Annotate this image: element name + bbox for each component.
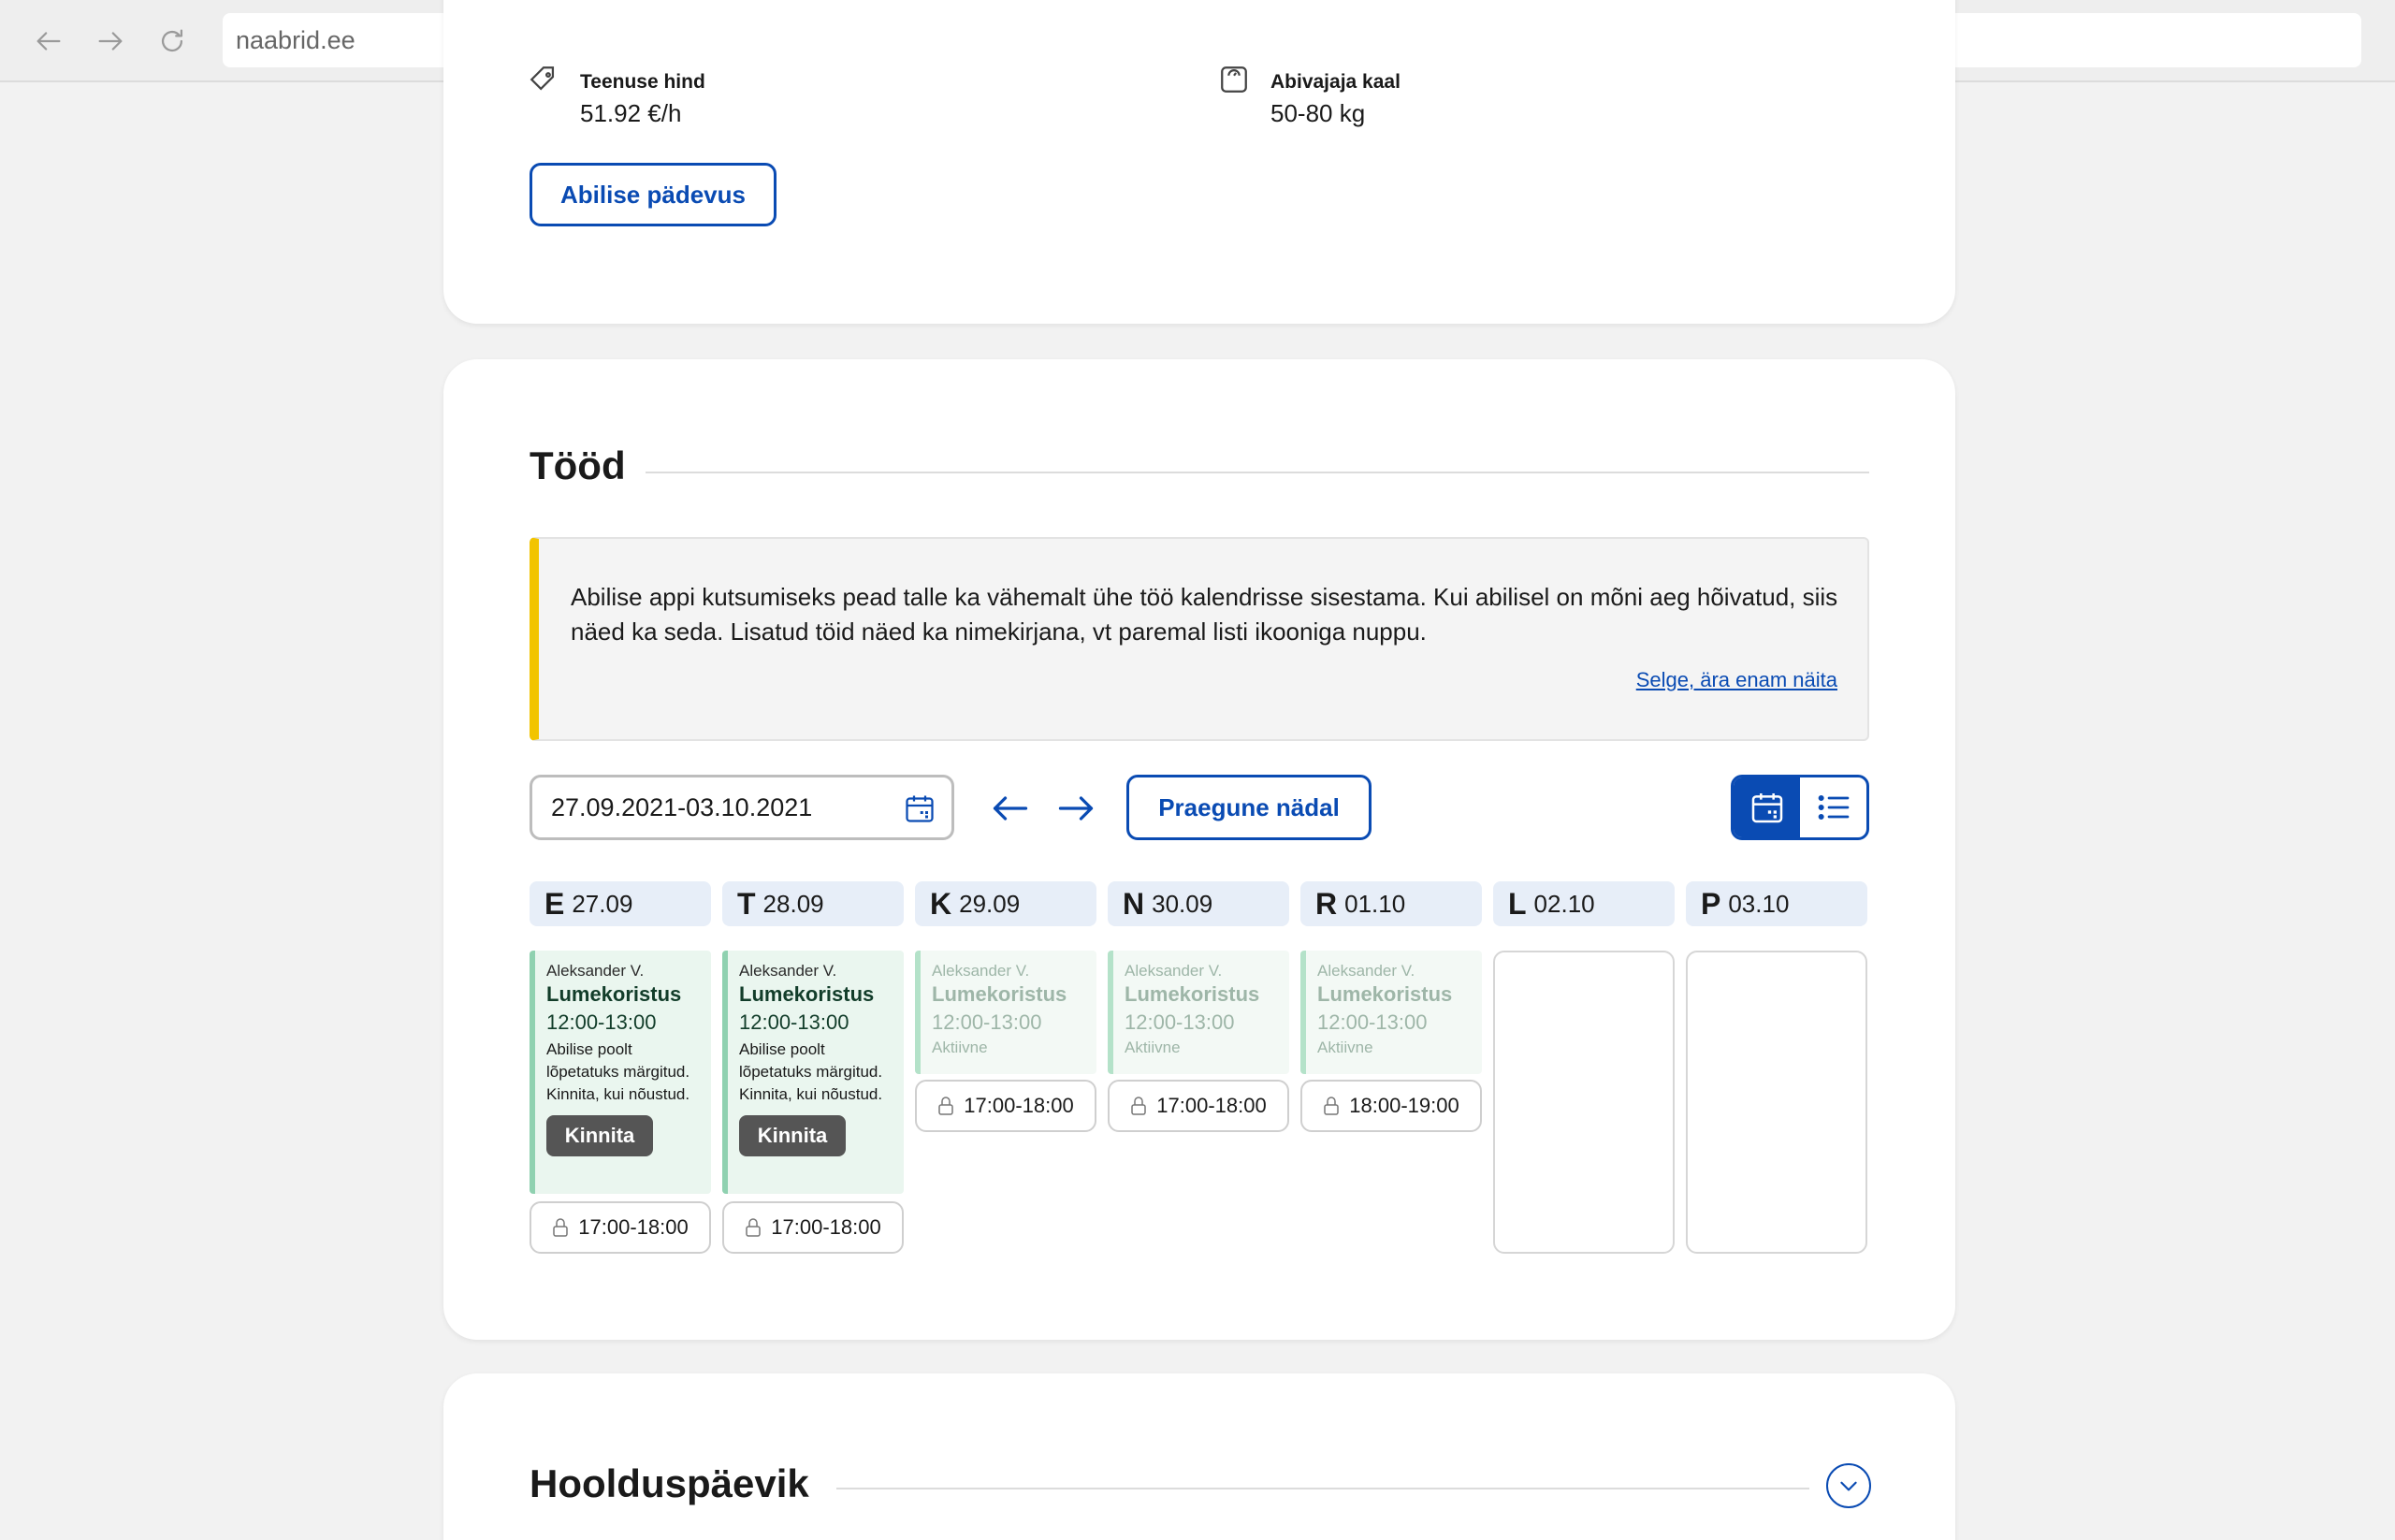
dismiss-notice-link[interactable]: Selge, ära enam näita [1636, 668, 1837, 692]
job-time: 12:00-13:00 [546, 1010, 657, 1034]
day-header-saturday: L 02.10 [1493, 881, 1675, 926]
service-name: Lumekoristus [1125, 982, 1260, 1006]
forward-icon[interactable] [90, 21, 131, 62]
back-icon[interactable] [28, 21, 69, 62]
notice-text: Abilise appi kutsumiseks pead talle ka v… [571, 583, 1838, 646]
job-note: Abilise poolt lõpetatuks märgitud. Kinni… [739, 1040, 883, 1103]
service-name: Lumekoristus [546, 982, 682, 1006]
day-header-monday: E 27.09 [530, 881, 711, 926]
day-letter: L [1508, 886, 1527, 921]
slot-time: 17:00-18:00 [1156, 1094, 1267, 1117]
day-letter: T [737, 886, 756, 921]
day-header-thursday: N 30.09 [1108, 881, 1289, 926]
helper-competence-button[interactable]: Abilise pädevus [530, 163, 777, 226]
slot-time: 17:00-18:00 [578, 1215, 689, 1239]
service-name: Lumekoristus [739, 982, 875, 1006]
day-date: 02.10 [1533, 889, 1595, 918]
day-letter: N [1123, 886, 1145, 921]
job-event[interactable]: Aleksander V. Lumekoristus 12:00-13:00 A… [530, 951, 711, 1194]
lock-icon [1131, 1097, 1147, 1115]
job-event[interactable]: Aleksander V. Lumekoristus 12:00-13:00 A… [1108, 951, 1289, 1074]
empty-day-slot[interactable] [1493, 951, 1675, 1254]
jobs-title: Tööd [530, 443, 626, 487]
calendar-icon [1751, 793, 1782, 823]
job-time: 12:00-13:00 [1125, 1010, 1235, 1034]
busy-slot: 18:00-19:00 [1300, 1080, 1482, 1132]
job-event[interactable]: Aleksander V. Lumekoristus 12:00-13:00 A… [722, 951, 904, 1194]
confirm-button[interactable]: Kinnita [546, 1115, 653, 1156]
lock-icon [1324, 1097, 1340, 1115]
day-date: 03.10 [1728, 889, 1790, 918]
job-time: 12:00-13:00 [1317, 1010, 1428, 1034]
job-time: 12:00-13:00 [739, 1010, 849, 1034]
job-event[interactable]: Aleksander V. Lumekoristus 12:00-13:00 A… [1300, 951, 1482, 1074]
busy-slot: 17:00-18:00 [915, 1080, 1096, 1132]
job-status: Aktiivne [1125, 1039, 1181, 1056]
day-header-friday: R 01.10 [1300, 881, 1482, 926]
previous-week-icon[interactable] [990, 790, 1031, 827]
slot-time: 17:00-18:00 [964, 1094, 1074, 1117]
price-label: Teenuse hind [580, 71, 705, 93]
calendar-icon[interactable] [903, 792, 936, 825]
job-status: Aktiivne [932, 1039, 988, 1056]
scale-icon [1221, 66, 1247, 93]
day-letter: P [1701, 886, 1721, 921]
busy-slot: 17:00-18:00 [1108, 1080, 1289, 1132]
calendar-view-button[interactable] [1734, 777, 1800, 837]
busy-slot: 17:00-18:00 [530, 1201, 711, 1254]
reload-icon[interactable] [152, 21, 193, 62]
busy-slot: 17:00-18:00 [722, 1201, 904, 1254]
slot-time: 17:00-18:00 [771, 1215, 881, 1239]
day-date: 30.09 [1152, 889, 1213, 918]
weight-value: 50-80 kg [1270, 99, 1366, 127]
list-icon [1818, 795, 1849, 820]
day-date: 28.09 [762, 889, 824, 918]
title-divider [836, 1488, 1809, 1489]
tag-icon [530, 66, 555, 91]
slot-time: 18:00-19:00 [1349, 1094, 1459, 1117]
diary-title: Hoolduspäevik [530, 1461, 809, 1505]
jobs-card: Tööd Abilise appi kutsumiseks pead talle… [443, 359, 1955, 1340]
day-letter: E [544, 886, 565, 921]
list-view-button[interactable] [1800, 777, 1866, 837]
lock-icon [553, 1218, 569, 1237]
lock-icon [746, 1218, 762, 1237]
helper-name: Aleksander V. [739, 962, 837, 980]
helper-name: Aleksander V. [1125, 962, 1223, 980]
title-divider [646, 472, 1869, 473]
day-header-tuesday: T 28.09 [722, 881, 904, 926]
day-date: 01.10 [1344, 889, 1406, 918]
job-note: Abilise poolt lõpetatuks märgitud. Kinni… [546, 1040, 690, 1103]
date-range-input[interactable]: 27.09.2021-03.10.2021 [530, 775, 954, 840]
day-header-sunday: P 03.10 [1686, 881, 1867, 926]
view-toggle [1731, 775, 1869, 840]
confirm-button[interactable]: Kinnita [739, 1115, 846, 1156]
day-date: 29.09 [959, 889, 1021, 918]
day-date: 27.09 [572, 889, 633, 918]
day-letter: K [930, 886, 952, 921]
expand-diary-button[interactable] [1826, 1463, 1871, 1508]
current-week-button[interactable]: Praegune nädal [1126, 775, 1372, 840]
day-letter: R [1315, 886, 1338, 921]
url-text: naabrid.ee [236, 25, 356, 54]
service-name: Lumekoristus [932, 982, 1067, 1006]
job-event[interactable]: Aleksander V. Lumekoristus 12:00-13:00 A… [915, 951, 1096, 1074]
helper-details-card: Teenuse hind 51.92 €/h Abivajaja kaal 50… [443, 0, 1955, 324]
info-notice: Abilise appi kutsumiseks pead talle ka v… [530, 537, 1869, 741]
chevron-down-icon [1840, 1481, 1857, 1491]
service-name: Lumekoristus [1317, 982, 1453, 1006]
helper-name: Aleksander V. [546, 962, 645, 980]
weight-label: Abivajaja kaal [1270, 71, 1401, 93]
next-week-icon[interactable] [1055, 790, 1096, 827]
helper-name: Aleksander V. [932, 962, 1030, 980]
price-value: 51.92 €/h [580, 99, 682, 127]
lock-icon [938, 1097, 954, 1115]
helper-name: Aleksander V. [1317, 962, 1415, 980]
care-diary-card: Hoolduspäevik [443, 1373, 1955, 1540]
day-header-wednesday: K 29.09 [915, 881, 1096, 926]
job-time: 12:00-13:00 [932, 1010, 1042, 1034]
date-range-value: 27.09.2021-03.10.2021 [551, 792, 813, 821]
empty-day-slot[interactable] [1686, 951, 1867, 1254]
job-status: Aktiivne [1317, 1039, 1373, 1056]
